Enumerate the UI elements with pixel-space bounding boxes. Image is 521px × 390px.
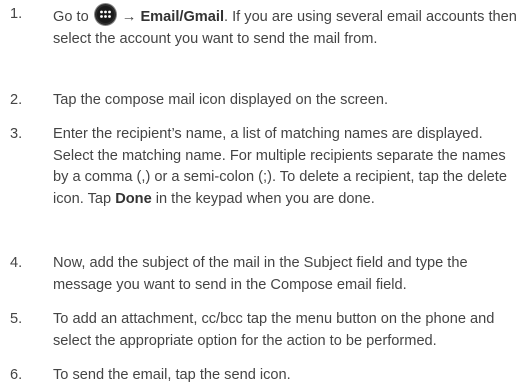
step-text: Now, add the subject of the mail in the … [53,255,468,293]
step-number: 3. [10,126,23,142]
step-text: To add an attachment, cc/bcc tap the men… [53,311,495,349]
step-number: 2. [10,92,23,108]
step-number: 5. [10,311,23,327]
step-text: To send the email, tap the send icon. [53,367,291,383]
step-number: 4. [10,255,23,271]
step-number: 6. [10,367,23,383]
step-text: Tap the compose mail icon displayed on t… [53,92,389,108]
step-text: Go to → Email/Gmail. If you are using se… [53,4,517,50]
step-text: Enter the recipient’s name, a list of ma… [53,126,507,207]
apps-grid-icon [94,4,116,25]
step-number: 1. [10,6,23,22]
